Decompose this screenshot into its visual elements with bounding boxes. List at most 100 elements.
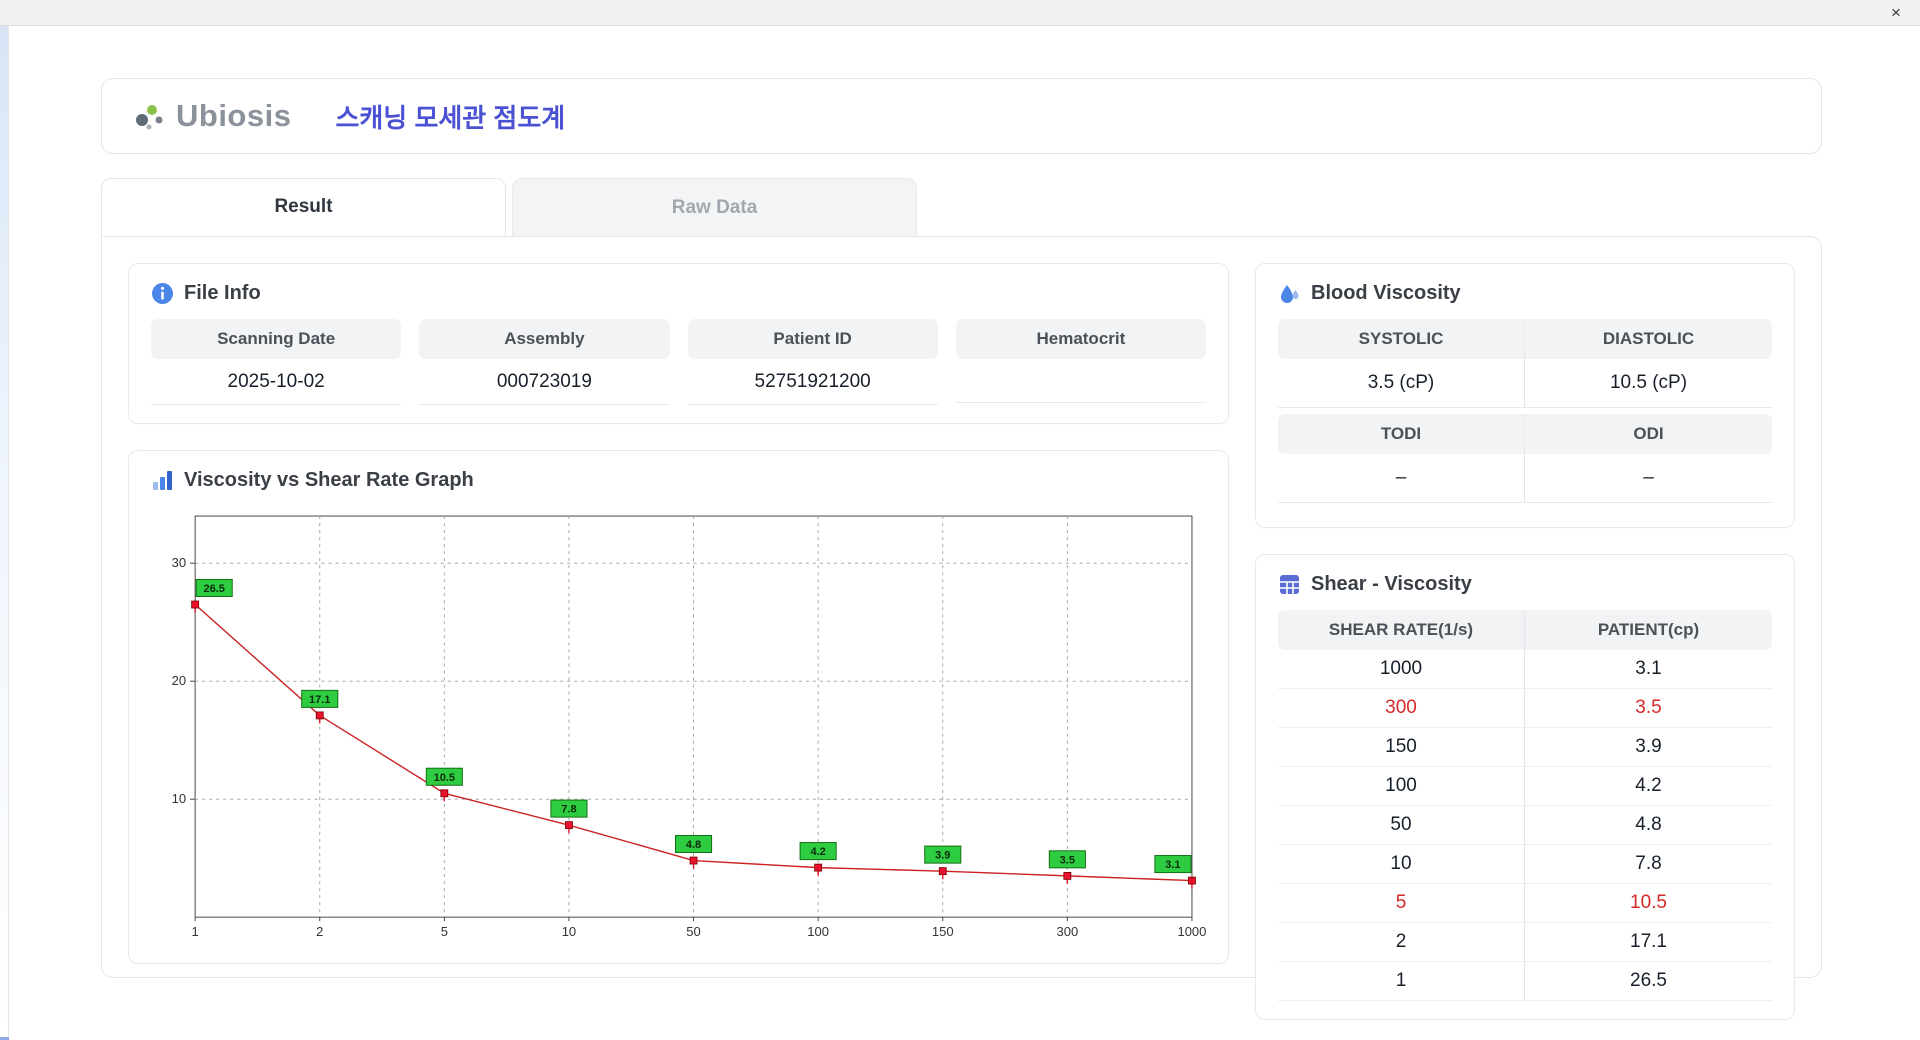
shear-rate-cell: 1000 (1278, 650, 1525, 689)
file-info-card: File Info Scanning Date 2025-10-02 Assembl… (128, 263, 1229, 424)
svg-text:100: 100 (807, 924, 829, 939)
header-card: Ubiosis 스캐닝 모세관 점도계 (101, 78, 1822, 154)
tab-result[interactable]: Result (101, 178, 506, 236)
patient-viscosity-cell: 4.2 (1525, 767, 1772, 806)
tab-bar: Result Raw Data (101, 178, 1822, 236)
file-info-field: Scanning Date 2025-10-02 (151, 319, 402, 405)
graph-title: Viscosity vs Shear Rate Graph (184, 469, 474, 491)
table-row: 100 4.2 (1278, 767, 1772, 806)
shear-rate-cell: 300 (1278, 689, 1525, 728)
field-value: 2025-10-02 (151, 359, 402, 405)
table-header-shear-rate: SHEAR RATE(1/s) (1278, 610, 1525, 650)
table-grid-icon (1280, 575, 1299, 594)
app-window: Ubiosis 스캐닝 모세관 점도계 Result Raw Data File… (9, 26, 1920, 1040)
bv-header-cell: SYSTOLIC (1278, 319, 1525, 359)
field-value: 000723019 (419, 359, 670, 405)
bv-header-cell: TODI (1278, 414, 1525, 454)
field-label: Hematocrit (955, 319, 1206, 359)
patient-viscosity-cell: 7.8 (1525, 845, 1772, 884)
ubiosis-logo-icon (136, 105, 163, 130)
svg-text:7.8: 7.8 (561, 804, 576, 816)
svg-text:26.5: 26.5 (203, 583, 224, 595)
patient-viscosity-cell: 3.5 (1525, 689, 1772, 728)
shear-viscosity-table: SHEAR RATE(1/s) PATIENT(cp) 1000 3.1 300 3.… (1278, 610, 1772, 1001)
field-label: Assembly (419, 319, 670, 359)
svg-text:4.2: 4.2 (810, 846, 825, 858)
file-info-field: Patient ID 52751921200 (687, 319, 938, 405)
svg-text:4.8: 4.8 (686, 839, 701, 851)
shear-rate-cell: 150 (1278, 728, 1525, 767)
window-titlebar: × (0, 0, 1920, 26)
table-row: 5 10.5 (1278, 884, 1772, 923)
svg-text:150: 150 (932, 924, 954, 939)
table-body: 1000 3.1 300 3.5 150 3.9 100 4.2 50 4.8 10 7.8 5 10.5… (1278, 650, 1772, 1001)
shear-rate-cell: 100 (1278, 767, 1525, 806)
main-panel: File Info Scanning Date 2025-10-02 Assembl… (101, 236, 1822, 1020)
window-close-button[interactable]: × (1884, 2, 1908, 24)
svg-text:10: 10 (172, 791, 186, 806)
blood-viscosity-card: Blood Viscosity SYSTOLIC DIASTOLIC 3.5 (cP… (1255, 263, 1795, 528)
graph-title-row: Viscosity vs Shear Rate Graph (151, 469, 1206, 492)
file-info-title-row: File Info (151, 282, 1206, 305)
shear-rate-cell: 10 (1278, 845, 1525, 884)
bv-header-row: SYSTOLIC DIASTOLIC (1278, 319, 1772, 359)
patient-viscosity-cell: 10.5 (1525, 884, 1772, 923)
svg-text:1000: 1000 (1177, 924, 1206, 939)
shear-viscosity-card: Shear - Viscosity SHEAR RATE(1/s) PATIEN… (1255, 554, 1795, 1020)
page-title: 스캐닝 모세관 점도계 (335, 102, 566, 133)
svg-text:17.1: 17.1 (309, 694, 330, 706)
bv-value-cell: – (1525, 454, 1772, 503)
shear-rate-cell: 5 (1278, 884, 1525, 923)
bv-value-cell: 3.5 (cP) (1278, 359, 1525, 408)
logo-text: Ubiosis (176, 98, 292, 133)
left-column: File Info Scanning Date 2025-10-02 Assembl… (128, 263, 1229, 965)
window-left-edge (0, 26, 9, 1040)
ubiosis-logo: Ubiosis (132, 98, 291, 134)
table-row: 1000 3.1 (1278, 650, 1772, 689)
table-row: 150 3.9 (1278, 728, 1772, 767)
svg-text:5: 5 (441, 924, 448, 939)
table-row: 50 4.8 (1278, 806, 1772, 845)
patient-viscosity-cell: 3.9 (1525, 728, 1772, 767)
blood-viscosity-title: Blood Viscosity (1311, 282, 1461, 304)
bar-chart-icon (153, 471, 172, 490)
shear-rate-cell: 1 (1278, 962, 1525, 1001)
table-row: 300 3.5 (1278, 689, 1772, 728)
shear-rate-cell: 50 (1278, 806, 1525, 845)
svg-text:2: 2 (316, 924, 323, 939)
file-info-field: Assembly 000723019 (419, 319, 670, 405)
graph-card: Viscosity vs Shear Rate Graph 10 20 30 1 2 5 1… (128, 450, 1229, 965)
file-info-fields: Scanning Date 2025-10-02 Assembly 000723019… (151, 319, 1206, 405)
bv-value-cell: – (1278, 454, 1525, 503)
right-column: Blood Viscosity SYSTOLIC DIASTOLIC 3.5 (cP… (1255, 263, 1795, 1020)
field-label: Scanning Date (151, 319, 402, 359)
bv-header-cell: ODI (1633, 424, 1664, 443)
blood-viscosity-title-row: Blood Viscosity (1278, 282, 1772, 305)
svg-text:1: 1 (192, 924, 199, 939)
table-header-row: SHEAR RATE(1/s) PATIENT(cp) (1278, 610, 1772, 650)
shear-viscosity-title: Shear - Viscosity (1311, 573, 1472, 595)
svg-text:300: 300 (1056, 924, 1078, 939)
tab-raw-data[interactable]: Raw Data (512, 178, 917, 236)
svg-text:10.5: 10.5 (434, 772, 455, 784)
svg-text:30: 30 (172, 555, 186, 570)
svg-text:3.9: 3.9 (935, 850, 950, 862)
field-value: 52751921200 (687, 359, 938, 405)
file-info-title: File Info (184, 282, 261, 304)
table-row: 10 7.8 (1278, 845, 1772, 884)
file-info-field: Hematocrit (955, 319, 1206, 405)
info-icon (152, 283, 173, 304)
svg-text:10: 10 (562, 924, 576, 939)
table-row: 1 26.5 (1278, 962, 1772, 1001)
patient-viscosity-cell: 26.5 (1525, 962, 1772, 1001)
blood-viscosity-grid: SYSTOLIC DIASTOLIC 3.5 (cP) 10.5 (cP) TODI OD… (1278, 319, 1772, 503)
line-chart-svg: 10 20 30 1 2 5 10 50 100 150 300 1000 26.5 17.1 10.5 7.… (172, 515, 1206, 939)
bv-header-row: TODI ODI (1278, 414, 1772, 454)
svg-text:3.5: 3.5 (1060, 854, 1075, 866)
bv-value-cell: 10.5 (cP) (1525, 359, 1772, 408)
table-header-patient: PATIENT(cp) (1597, 620, 1700, 639)
blood-drop-icon (1281, 285, 1299, 303)
bv-value-row: – – (1278, 454, 1772, 503)
viscosity-chart: 10 20 30 1 2 5 10 50 100 150 300 1000 26.5 17.1 10.5 7.… (151, 504, 1206, 945)
shear-rate-cell: 2 (1278, 923, 1525, 962)
